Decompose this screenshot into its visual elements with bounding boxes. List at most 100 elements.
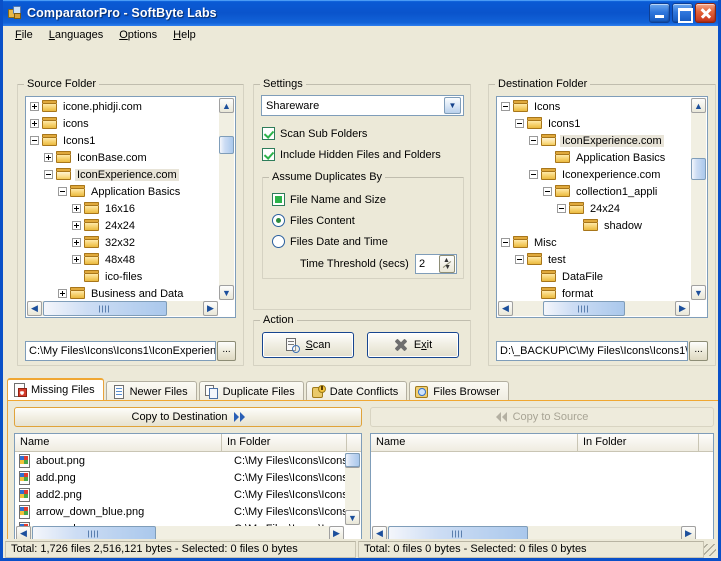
tab-date-conflicts[interactable]: Date Conflicts xyxy=(305,381,408,401)
table-row[interactable]: add.png C:\My Files\Icons\Icons xyxy=(15,469,345,486)
tree-item[interactable]: Business and Data xyxy=(27,285,219,301)
table-row[interactable]: add2.png C:\My Files\Icons\Icons xyxy=(15,486,345,503)
expand-icon[interactable] xyxy=(30,102,39,111)
scroll-left-icon[interactable]: ◀ xyxy=(498,301,513,316)
copy-to-source-button[interactable]: Copy to Source xyxy=(370,407,714,427)
collapse-icon[interactable] xyxy=(501,238,510,247)
tree-item[interactable]: icone.phidji.com xyxy=(27,98,219,115)
tree-item[interactable]: Icons1 xyxy=(27,132,219,149)
source-browse-button[interactable]: ... xyxy=(217,341,236,361)
vscroll-thumb[interactable] xyxy=(219,136,234,154)
expand-icon[interactable] xyxy=(72,204,81,213)
collapse-icon[interactable] xyxy=(44,170,53,179)
settings-profile-combo[interactable]: Shareware ▼ xyxy=(261,95,464,116)
tree-item[interactable]: Icons xyxy=(498,98,691,115)
expand-icon[interactable] xyxy=(72,221,81,230)
scroll-down-icon[interactable]: ▼ xyxy=(219,285,234,300)
spinner-buttons[interactable]: ▲ ▼ xyxy=(439,255,455,273)
collapse-icon[interactable] xyxy=(529,136,538,145)
files-date-time-radio[interactable] xyxy=(272,235,285,248)
tree-item[interactable]: format xyxy=(498,285,691,301)
menu-help[interactable]: Help xyxy=(166,27,203,44)
include-hidden-checkbox[interactable] xyxy=(262,148,275,161)
tab-newer-files[interactable]: Newer Files xyxy=(105,381,197,401)
destination-folder-tree[interactable]: Icons Icons1 IconExperience.com Application… xyxy=(496,96,708,318)
tree-item[interactable]: Application Basics xyxy=(498,149,691,166)
hscroll-thumb[interactable] xyxy=(543,301,625,316)
tree-item[interactable]: IconBase.com xyxy=(27,149,219,166)
missing-files-list[interactable]: Name In Folder about.png C:\My Files\Icon… xyxy=(14,433,362,543)
tree-item[interactable]: IconExperience.com xyxy=(498,132,691,149)
vscroll-thumb[interactable] xyxy=(345,453,360,467)
vscroll-thumb[interactable] xyxy=(691,158,706,180)
tree-item[interactable]: 24x24 xyxy=(498,200,691,217)
column-header-name[interactable]: Name xyxy=(371,434,578,452)
tree-item[interactable]: ico-files xyxy=(27,268,219,285)
source-tree-vscrollbar[interactable]: ▲ ▼ xyxy=(219,98,234,300)
scan-subfolders-row[interactable]: Scan Sub Folders xyxy=(262,127,367,140)
tree-item[interactable]: 32x32 xyxy=(27,234,219,251)
tree-item[interactable]: 48x48 xyxy=(27,251,219,268)
tree-item[interactable]: 16x16 xyxy=(27,200,219,217)
source-path-input[interactable]: C:\My Files\Icons\Icons1\IconExperienc xyxy=(25,341,216,361)
collapse-icon[interactable] xyxy=(501,102,510,111)
table-row[interactable]: about.png C:\My Files\Icons\Icons xyxy=(15,452,345,469)
tree-item[interactable]: test xyxy=(498,251,691,268)
exit-button[interactable]: Exit xyxy=(367,332,459,358)
scroll-up-icon[interactable]: ▲ xyxy=(691,98,706,113)
collapse-icon[interactable] xyxy=(515,255,524,264)
source-tree-hscrollbar[interactable]: ◀ ▶ xyxy=(27,301,218,316)
scan-button[interactable]: Scan xyxy=(262,332,354,358)
collapse-icon[interactable] xyxy=(557,204,566,213)
minimize-button[interactable] xyxy=(649,3,670,23)
scan-subfolders-checkbox[interactable] xyxy=(262,127,275,140)
close-button[interactable] xyxy=(695,3,716,23)
time-threshold-spinner[interactable]: 2 ▲ ▼ xyxy=(415,254,457,274)
tree-item[interactable]: DataFile xyxy=(498,268,691,285)
collapse-icon[interactable] xyxy=(58,187,67,196)
column-header-name[interactable]: Name xyxy=(15,434,222,452)
scroll-right-icon[interactable]: ▶ xyxy=(675,301,690,316)
collapse-icon[interactable] xyxy=(529,170,538,179)
collapse-icon[interactable] xyxy=(543,187,552,196)
tree-item[interactable]: Iconexperience.com xyxy=(498,166,691,183)
expand-icon[interactable] xyxy=(58,289,67,298)
menu-options[interactable]: Options xyxy=(112,27,164,44)
expand-icon[interactable] xyxy=(72,238,81,247)
scroll-down-icon[interactable]: ▼ xyxy=(691,285,706,300)
source-folder-tree[interactable]: icone.phidji.com icons Icons1 IconBase.com I… xyxy=(25,96,236,318)
maximize-button[interactable] xyxy=(672,3,693,23)
expand-icon[interactable] xyxy=(44,153,53,162)
tab-duplicate-files[interactable]: Duplicate Files xyxy=(198,381,304,401)
dest-tree-hscrollbar[interactable]: ◀ ▶ xyxy=(498,301,690,316)
expand-icon[interactable] xyxy=(72,255,81,264)
tree-item[interactable]: 24x24 xyxy=(27,217,219,234)
copy-to-destination-button[interactable]: Copy to Destination xyxy=(14,407,362,427)
menu-languages[interactable]: Languages xyxy=(42,27,110,44)
scroll-right-icon[interactable]: ▶ xyxy=(203,301,218,316)
tab-missing-files[interactable]: Missing Files xyxy=(7,378,104,400)
tree-item[interactable]: Icons1 xyxy=(498,115,691,132)
file-name-size-checkbox[interactable] xyxy=(272,193,285,206)
tree-item[interactable]: shadow xyxy=(498,217,691,234)
collapse-icon[interactable] xyxy=(515,119,524,128)
newer-files-list[interactable]: Name In Folder ◀ ▶ xyxy=(370,433,714,543)
tab-files-browser[interactable]: Files Browser xyxy=(409,381,509,401)
scroll-up-icon[interactable]: ▲ xyxy=(219,98,234,113)
expand-icon[interactable] xyxy=(30,119,39,128)
table-row[interactable]: arrow_down_blue.png C:\My Files\Icons\Ico… xyxy=(15,503,345,520)
chevron-down-icon[interactable]: ▼ xyxy=(444,97,461,114)
dup-name-size-row[interactable]: File Name and Size xyxy=(272,193,386,206)
tree-item[interactable]: Misc xyxy=(498,234,691,251)
destination-path-input[interactable]: D:\_BACKUP\C\My Files\Icons\Icons1\Ic xyxy=(496,341,688,361)
dup-datetime-row[interactable]: Files Date and Time xyxy=(272,235,388,248)
column-header-in-folder[interactable]: In Folder xyxy=(222,434,347,452)
dest-tree-vscrollbar[interactable]: ▲ ▼ xyxy=(691,98,706,300)
collapse-icon[interactable] xyxy=(30,136,39,145)
left-list-vscrollbar[interactable]: ▲ ▼ xyxy=(345,453,360,525)
column-header-in-folder[interactable]: In Folder xyxy=(578,434,699,452)
scroll-left-icon[interactable]: ◀ xyxy=(27,301,42,316)
destination-browse-button[interactable]: ... xyxy=(689,341,708,361)
files-content-radio[interactable] xyxy=(272,214,285,227)
dup-content-row[interactable]: Files Content xyxy=(272,214,355,227)
